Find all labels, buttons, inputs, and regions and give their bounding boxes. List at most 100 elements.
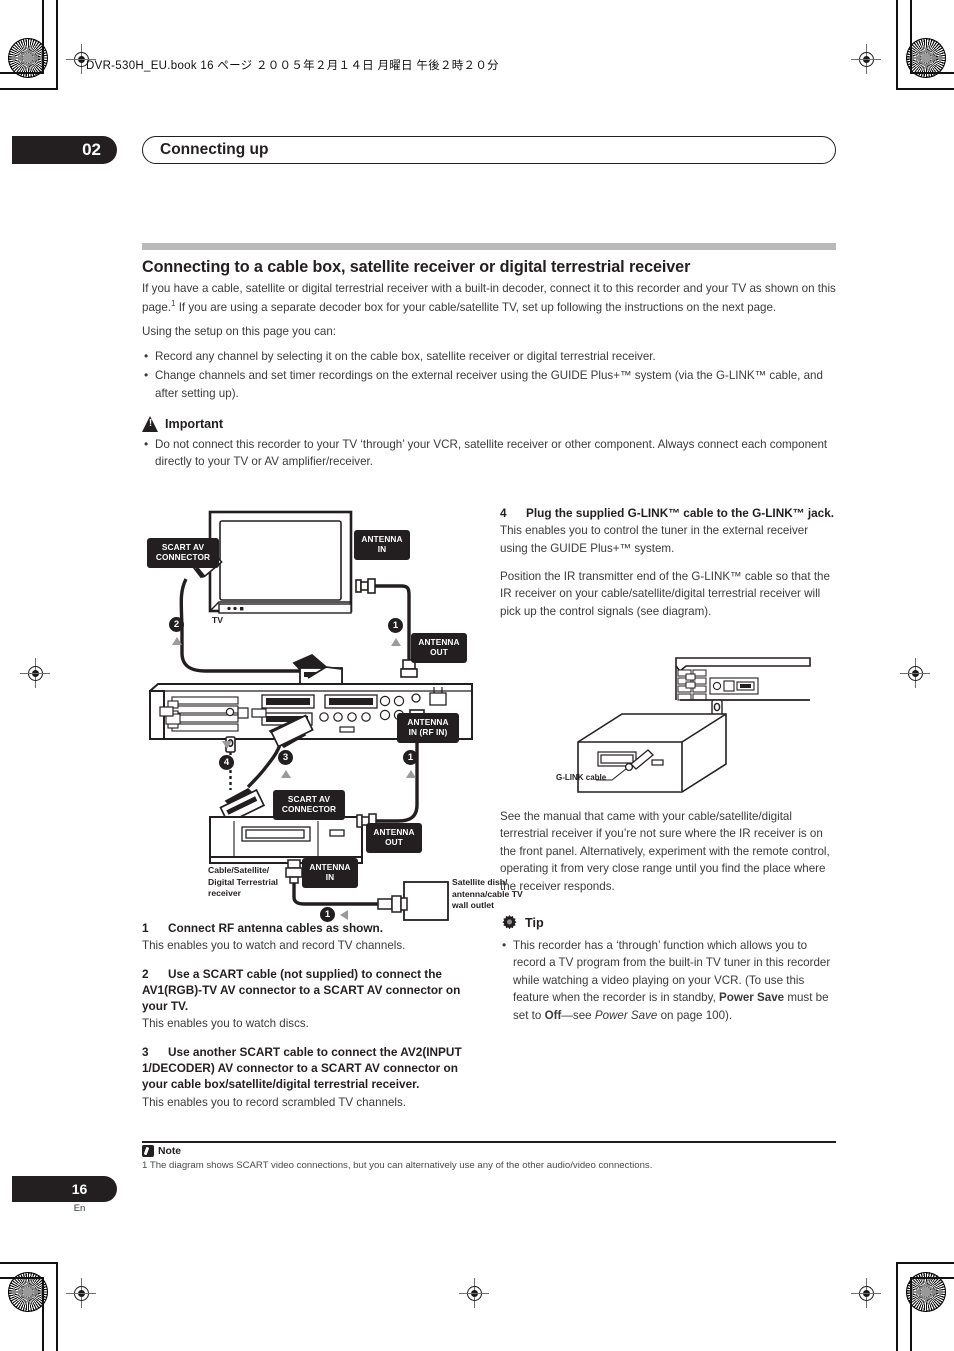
tip-bullet-list: This recorder has a ‘through’ function w…: [500, 936, 836, 1024]
step-1-text: Connect RF antenna cables as shown.: [168, 921, 384, 935]
glink-diagram: G-LINK cable: [556, 652, 840, 802]
tip-power-save-italic: Power Save: [594, 1008, 658, 1022]
section-intro-paragraph: If you have a cable, satellite or digita…: [142, 280, 836, 316]
registration-mark-left-center: [20, 658, 50, 688]
callout-arrow-up-1b: [406, 770, 416, 778]
step-1-body: This enables you to watch and record TV …: [142, 939, 406, 953]
callout-1-antenna-tv: 1: [388, 618, 403, 633]
step-4-text: Plug the supplied G-LINK™ cable to the G…: [526, 506, 835, 520]
label-receiver-caption: Cable/Satellite/Digital Terrestrial recei…: [208, 865, 279, 899]
registration-mark-bottom-center: [459, 1278, 489, 1308]
step-3-body: This enables you to record scrambled TV …: [142, 1095, 407, 1109]
label-antenna-in-tv: ANTENNA IN: [354, 530, 410, 560]
crop-line-tl-v: [56, 0, 58, 90]
list-item: Change channels and set timer recordings…: [142, 366, 836, 402]
page-canvas: DVR-530H_EU.book 16 ページ ２００５年２月１４日 月曜日 午…: [0, 0, 954, 1351]
callout-arrow-up-3: [281, 770, 291, 778]
list-item: This recorder has a ‘through’ function w…: [500, 936, 836, 1024]
crop-line-tr-h: [896, 88, 954, 90]
registration-mark-right-center: [900, 658, 930, 688]
label-antenna-in-box: ANTENNA IN: [302, 858, 358, 888]
tip-power-save-bold: Power Save: [719, 991, 785, 1005]
steps-right-column-cont: See the manual that came with your cable…: [500, 808, 836, 1028]
label-scart-av-connector-box: SCART AV CONNECTOR: [273, 790, 345, 820]
running-header: DVR-530H_EU.book 16 ページ ２００５年２月１４日 月曜日 午…: [86, 60, 499, 72]
callout-2-scart-tv: 2: [169, 617, 184, 632]
label-antenna-out-box: ANTENNA OUT: [366, 823, 422, 853]
crop-line-tl-h2: [0, 72, 44, 74]
crop-line-bl-h2: [0, 1277, 44, 1279]
section-bullet-list: Record any channel by selecting it on th…: [142, 347, 836, 402]
step-1-number: 1: [142, 921, 149, 935]
list-item: Record any channel by selecting it on th…: [142, 347, 836, 365]
crop-line-bl-v: [56, 1262, 58, 1351]
registration-mark-bottom-left: [66, 1278, 96, 1308]
callout-arrow-left-1: [340, 910, 348, 920]
crop-line-br-v2: [910, 1277, 912, 1351]
callout-3-scart-box: 3: [278, 750, 293, 765]
step-2-body: This enables you to watch discs.: [142, 1017, 309, 1031]
tip-label: Tip: [525, 916, 544, 931]
tip-off-bold: Off: [544, 1008, 562, 1022]
step-1-title: 1 Connect RF antenna cables as shown.: [142, 920, 482, 936]
gear-icon: [500, 914, 519, 933]
intro-part-b: If you are using a separate decoder box …: [175, 300, 777, 314]
step-4-body-2: Position the IR transmitter end of the G…: [500, 570, 830, 618]
crop-line-tl-v2: [42, 0, 44, 74]
warning-triangle-icon: [142, 415, 159, 432]
label-antenna-in-rf-in: ANTENNA IN (RF IN): [397, 713, 459, 743]
footnote-block: Note 1 The diagram shows SCART video con…: [142, 1145, 836, 1172]
steps-right-column: 4 Plug the supplied G-LINK™ cable to the …: [500, 505, 836, 631]
callout-arrow-up-1: [391, 638, 401, 646]
note-label: Note: [158, 1145, 182, 1157]
crop-line-br-v: [896, 1262, 898, 1351]
callout-1-rf-in: 1: [403, 750, 418, 765]
crop-line-br-h2: [910, 1277, 954, 1279]
connection-diagram: SCART AV CONNECTOR ANTENNA IN ANTENNA OUT A…: [142, 505, 523, 922]
step-4-number: 4: [500, 506, 507, 520]
callout-arrow-down-4: [222, 741, 232, 749]
crop-line-bl-v2: [42, 1277, 44, 1351]
page-language-label: En: [73, 1203, 86, 1214]
crop-line-tr-h2: [910, 72, 954, 74]
step-4-body-3: See the manual that came with your cable…: [500, 810, 830, 893]
step-2-number: 2: [142, 966, 149, 981]
label-scart-av-connector-tv: SCART AV CONNECTOR: [147, 538, 219, 568]
registration-mark-bottom-right: [851, 1278, 881, 1308]
page-number-badge: 16: [12, 1176, 117, 1202]
registration-mark-top-right: [851, 44, 881, 74]
label-tv: TV: [212, 615, 223, 625]
note-pen-icon: [142, 1145, 154, 1157]
crop-line-tl-h: [0, 88, 58, 90]
crop-line-tr-v2: [910, 0, 912, 74]
steps-left-column: 1 Connect RF antenna cables as shown. Thi…: [142, 920, 482, 1122]
footnote-rule: [142, 1141, 836, 1143]
step-4-title: 4 Plug the supplied G-LINK™ cable to the …: [500, 505, 836, 521]
tip-part-e: —see: [561, 1008, 595, 1022]
step-3-title: 3 Use another SCART cable to connect the …: [142, 1044, 482, 1093]
crop-line-tr-v: [896, 0, 898, 90]
important-label: Important: [165, 416, 224, 431]
section-heading: Connecting to a cable box, satellite rec…: [142, 258, 691, 276]
callout-arrow-up-2: [172, 637, 182, 645]
section-intro-2: Using the setup on this page you can:: [142, 325, 337, 339]
tip-heading: Tip: [500, 914, 836, 933]
step-3-number: 3: [142, 1044, 149, 1059]
step-2-title: 2 Use a SCART cable (not supplied) to con…: [142, 966, 482, 1015]
callout-4-glink: 4: [219, 755, 234, 770]
note-text: 1 The diagram shows SCART video connecti…: [142, 1160, 653, 1171]
important-heading: Important: [142, 415, 836, 432]
list-item: Do not connect this recorder to your TV …: [142, 435, 836, 471]
tip-part-g: on page 100).: [657, 1008, 733, 1022]
section-rule: [142, 243, 836, 250]
step-3-text: Use another SCART cable to connect the A…: [142, 1044, 462, 1092]
chapter-title-pill: Connecting up: [142, 136, 836, 164]
glink-cable-caption: G-LINK cable: [556, 773, 607, 782]
important-bullet-list: Do not connect this recorder to your TV …: [142, 435, 836, 471]
step-4-body-1: This enables you to control the tuner in…: [500, 524, 809, 555]
label-antenna-out-recorder: ANTENNA OUT: [411, 633, 467, 663]
step-2-text: Use a SCART cable (not supplied) to conn…: [142, 966, 461, 1014]
crop-line-br-h: [896, 1262, 954, 1264]
chapter-number-badge: 02: [12, 136, 117, 164]
note-heading: Note: [142, 1145, 836, 1157]
